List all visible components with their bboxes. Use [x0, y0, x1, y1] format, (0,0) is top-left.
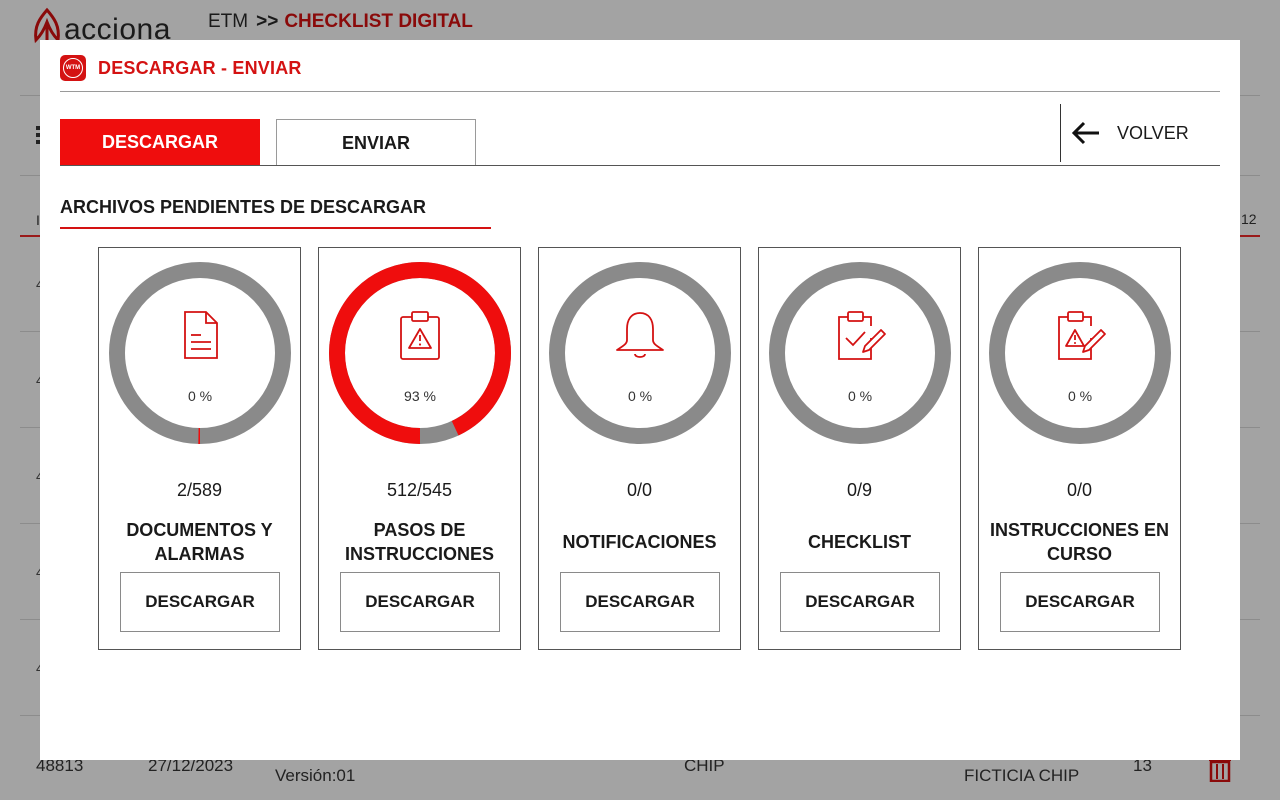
breadcrumb-separator: >>	[256, 11, 279, 32]
column-label: 12	[1241, 211, 1257, 227]
download-button[interactable]: DESCARGAR	[340, 572, 500, 632]
clipboard-warning-icon	[400, 311, 440, 360]
row-ficticia: FICTICIA CHIP	[964, 766, 1080, 785]
progress-percent: 0 %	[627, 388, 653, 404]
card-instrucciones-en-curso: 0 % 0/0 INSTRUCCIONES EN CURSO DESCARGAR	[978, 247, 1181, 650]
progress-percent: 93 %	[404, 388, 436, 404]
download-button[interactable]: DESCARGAR	[560, 572, 720, 632]
bell-icon	[616, 312, 664, 358]
download-count: 0/9	[846, 480, 873, 500]
arrow-left-icon	[1071, 121, 1099, 145]
download-button[interactable]: DESCARGAR	[120, 572, 280, 632]
document-icon	[184, 311, 218, 359]
download-count: 512/545	[386, 480, 453, 500]
clipboard-warning-edit-icon	[1058, 311, 1106, 360]
card-title: DOCUMENTOS Y ALARMAS	[126, 520, 273, 564]
download-button[interactable]: DESCARGAR	[1000, 572, 1160, 632]
download-count: 2/589	[176, 480, 223, 500]
progress-ring: 0 %	[987, 260, 1173, 446]
progress-percent: 0 %	[1067, 388, 1093, 404]
card-documentos-alarmas: 0 % 2/589 DOCUMENTOS Y ALARMAS DESCARGAR	[98, 247, 301, 650]
progress-ring: 93 %	[327, 260, 513, 446]
breadcrumb-root[interactable]: ETM	[208, 11, 248, 32]
tab-bar-underline	[60, 165, 1220, 166]
tab-bar: DESCARGAR ENVIAR	[60, 119, 476, 166]
download-send-dialog: WTM DESCARGAR - ENVIAR DESCARGAR ENVIAR …	[40, 40, 1240, 760]
download-button[interactable]: DESCARGAR	[780, 572, 940, 632]
back-label: VOLVER	[1117, 122, 1189, 143]
tab-descargar[interactable]: DESCARGAR	[60, 119, 260, 166]
progress-ring: 0 %	[767, 260, 953, 446]
card-title: CHECKLIST	[808, 532, 911, 552]
card-title: INSTRUCCIONES EN CURSO	[989, 520, 1169, 564]
app-icon-text: WTM	[63, 58, 83, 78]
progress-ring: 0 %	[107, 260, 293, 446]
download-count: 0/0	[626, 480, 653, 500]
card-title: PASOS DE INSTRUCCIONES	[344, 520, 494, 564]
breadcrumb: ETM >> CHECKLIST DIGITAL	[208, 11, 473, 33]
clipboard-check-icon	[838, 311, 886, 360]
dialog-title: DESCARGAR - ENVIAR	[98, 58, 302, 78]
progress-ring: 0 %	[547, 260, 733, 446]
progress-percent: 0 %	[187, 388, 213, 404]
section-underline	[60, 227, 491, 229]
wtm-app-icon: WTM	[60, 55, 86, 81]
tab-enviar[interactable]: ENVIAR	[276, 119, 476, 166]
card-title: NOTIFICACIONES	[562, 532, 717, 552]
card-notificaciones: 0 % 0/0 NOTIFICACIONES DESCARGAR	[538, 247, 741, 650]
card-checklist: 0 % 0/9 CHECKLIST DESCARGAR	[758, 247, 961, 650]
row-version: Versión:01	[275, 766, 356, 785]
breadcrumb-current: CHECKLIST DIGITAL	[284, 11, 473, 32]
card-pasos-instrucciones: 93 % 512/545 PASOS DE INSTRUCCIONES DESC…	[318, 247, 521, 650]
dialog-header: WTM DESCARGAR - ENVIAR	[60, 54, 1220, 92]
progress-percent: 0 %	[847, 388, 873, 404]
back-button[interactable]: VOLVER	[1060, 104, 1220, 162]
section-title: ARCHIVOS PENDIENTES DE DESCARGAR	[60, 197, 427, 217]
download-count: 0/0	[1066, 480, 1093, 500]
